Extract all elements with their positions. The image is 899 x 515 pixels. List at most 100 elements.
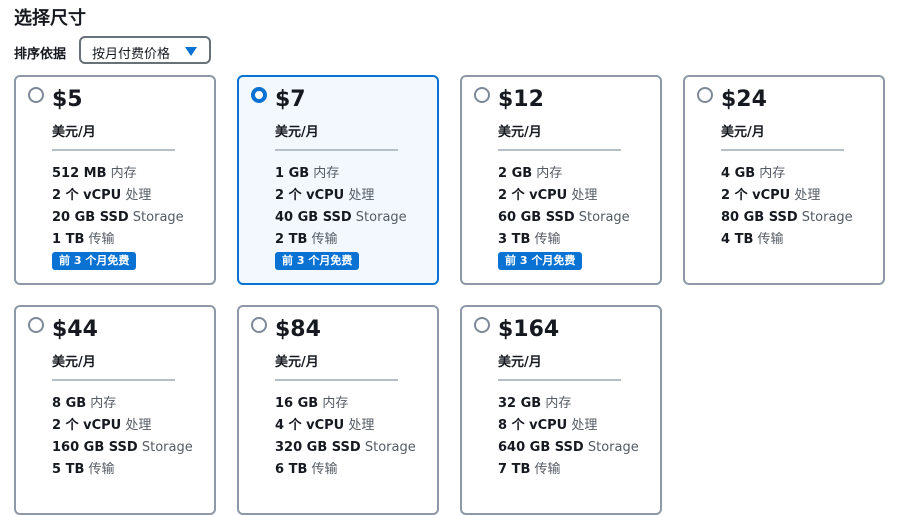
spec-cpu-unit: 处理 xyxy=(125,418,152,433)
plan-radio[interactable] xyxy=(697,87,713,103)
spec-memory: 16 GB 内存 xyxy=(275,395,416,417)
spec-storage-value: 40 GB SSD xyxy=(275,210,352,225)
spec-transfer: 4 TB 传输 xyxy=(721,231,853,253)
plan-radio[interactable] xyxy=(474,317,490,333)
spec-storage: 40 GB SSD Storage xyxy=(275,209,407,231)
plan-period: 美元/月 xyxy=(721,125,765,140)
spec-cpu-value: 8 个 vCPU xyxy=(498,418,568,433)
divider xyxy=(498,379,621,381)
spec-transfer-value: 5 TB xyxy=(52,462,85,477)
spec-cpu-unit: 处理 xyxy=(348,188,375,203)
spec-memory: 2 GB 内存 xyxy=(498,165,630,187)
plan-card[interactable]: $5 美元/月 512 MB 内存 2 个 vCPU 处理 20 GB SSD Stor… xyxy=(14,75,216,285)
plan-card[interactable]: $84 美元/月 16 GB 内存 4 个 vCPU 处理 320 GB SSD Sto… xyxy=(237,305,439,515)
spec-storage-value: 320 GB SSD xyxy=(275,440,361,455)
divider xyxy=(275,379,398,381)
spec-transfer-unit: 传输 xyxy=(534,232,561,247)
spec-storage-unit: Storage xyxy=(355,210,407,225)
plan-card[interactable]: $12 美元/月 2 GB 内存 2 个 vCPU 处理 60 GB SSD Stora… xyxy=(460,75,662,285)
spec-cpu: 4 个 vCPU 处理 xyxy=(275,417,416,439)
plan-radio[interactable] xyxy=(28,87,44,103)
spec-memory-value: 512 MB xyxy=(52,166,107,181)
spec-cpu-value: 2 个 vCPU xyxy=(275,188,345,203)
spec-transfer-value: 3 TB xyxy=(498,232,531,247)
plan-specs: 32 GB 内存 8 个 vCPU 处理 640 GB SSD Storage 7 T… xyxy=(498,395,639,483)
spec-cpu: 2 个 vCPU 处理 xyxy=(498,187,630,209)
plan-specs: 2 GB 内存 2 个 vCPU 处理 60 GB SSD Storage 3 TB … xyxy=(498,165,630,253)
spec-memory-unit: 内存 xyxy=(322,396,349,411)
plan-price: $5 xyxy=(52,87,83,112)
plan-price: $84 xyxy=(275,317,321,342)
free-trial-badge: 前 3 个月免费 xyxy=(52,252,137,270)
spec-memory-unit: 内存 xyxy=(759,166,786,181)
plan-card[interactable]: $164 美元/月 32 GB 内存 8 个 vCPU 处理 640 GB SSD St… xyxy=(460,305,662,515)
spec-transfer: 5 TB 传输 xyxy=(52,461,193,483)
plan-specs: 512 MB 内存 2 个 vCPU 处理 20 GB SSD Storage 1 T… xyxy=(52,165,184,253)
spec-transfer: 2 TB 传输 xyxy=(275,231,407,253)
spec-transfer-unit: 传输 xyxy=(311,462,338,477)
spec-transfer: 7 TB 传输 xyxy=(498,461,639,483)
plan-radio[interactable] xyxy=(251,317,267,333)
spec-storage: 160 GB SSD Storage xyxy=(52,439,193,461)
spec-transfer-value: 4 TB xyxy=(721,232,754,247)
spec-transfer-unit: 传输 xyxy=(88,232,115,247)
sort-select[interactable]: 按月付费价格 xyxy=(79,36,211,64)
plan-period: 美元/月 xyxy=(498,355,542,370)
free-trial-badge: 前 3 个月免费 xyxy=(498,252,583,270)
spec-storage: 20 GB SSD Storage xyxy=(52,209,184,231)
sort-label: 排序依据 xyxy=(14,47,67,62)
spec-cpu-value: 4 个 vCPU xyxy=(275,418,345,433)
spec-memory-unit: 内存 xyxy=(110,166,137,181)
spec-transfer-unit: 传输 xyxy=(88,462,115,477)
plan-price: $12 xyxy=(498,87,544,112)
spec-cpu-value: 2 个 vCPU xyxy=(52,188,122,203)
plan-radio[interactable] xyxy=(474,87,490,103)
spec-memory-unit: 内存 xyxy=(545,396,572,411)
spec-storage-value: 80 GB SSD xyxy=(721,210,798,225)
divider xyxy=(721,149,844,151)
free-trial-badge: 前 3 个月免费 xyxy=(275,252,360,270)
spec-storage-unit: Storage xyxy=(801,210,853,225)
plan-card[interactable]: $24 美元/月 4 GB 内存 2 个 vCPU 处理 80 GB SSD Stora… xyxy=(683,75,885,285)
plan-specs: 16 GB 内存 4 个 vCPU 处理 320 GB SSD Storage 6 T… xyxy=(275,395,416,483)
spec-cpu-unit: 处理 xyxy=(571,188,598,203)
plan-specs: 8 GB 内存 2 个 vCPU 处理 160 GB SSD Storage 5 TB… xyxy=(52,395,193,483)
spec-cpu-value: 2 个 vCPU xyxy=(721,188,791,203)
spec-cpu-value: 2 个 vCPU xyxy=(52,418,122,433)
spec-cpu-unit: 处理 xyxy=(571,418,598,433)
page-title: 选择尺寸 xyxy=(14,8,86,29)
spec-cpu: 2 个 vCPU 处理 xyxy=(275,187,407,209)
spec-transfer: 3 TB 传输 xyxy=(498,231,630,253)
plan-radio[interactable] xyxy=(28,317,44,333)
plan-card[interactable]: $7 美元/月 1 GB 内存 2 个 vCPU 处理 40 GB SSD Storag… xyxy=(237,75,439,285)
spec-storage-unit: Storage xyxy=(141,440,193,455)
spec-memory-unit: 内存 xyxy=(536,166,563,181)
spec-transfer-value: 2 TB xyxy=(275,232,308,247)
spec-transfer-unit: 传输 xyxy=(757,232,784,247)
spec-memory: 1 GB 内存 xyxy=(275,165,407,187)
spec-memory-unit: 内存 xyxy=(313,166,340,181)
plan-period: 美元/月 xyxy=(52,125,96,140)
spec-storage-value: 640 GB SSD xyxy=(498,440,584,455)
plan-specs: 1 GB 内存 2 个 vCPU 处理 40 GB SSD Storage 2 TB … xyxy=(275,165,407,253)
spec-storage-unit: Storage xyxy=(132,210,184,225)
spec-memory-value: 1 GB xyxy=(275,166,310,181)
spec-transfer-value: 6 TB xyxy=(275,462,308,477)
spec-cpu-unit: 处理 xyxy=(125,188,152,203)
plan-card[interactable]: $44 美元/月 8 GB 内存 2 个 vCPU 处理 160 GB SSD Stor… xyxy=(14,305,216,515)
spec-cpu-unit: 处理 xyxy=(794,188,821,203)
spec-storage: 60 GB SSD Storage xyxy=(498,209,630,231)
spec-memory-value: 2 GB xyxy=(498,166,533,181)
plan-period: 美元/月 xyxy=(52,355,96,370)
spec-memory: 32 GB 内存 xyxy=(498,395,639,417)
plan-price: $164 xyxy=(498,317,560,342)
divider xyxy=(498,149,621,151)
spec-storage-unit: Storage xyxy=(364,440,416,455)
plan-radio[interactable] xyxy=(251,87,267,103)
spec-cpu: 2 个 vCPU 处理 xyxy=(52,417,193,439)
spec-storage-unit: Storage xyxy=(578,210,630,225)
spec-memory: 512 MB 内存 xyxy=(52,165,184,187)
spec-transfer-value: 7 TB xyxy=(498,462,531,477)
spec-memory-value: 16 GB xyxy=(275,396,319,411)
spec-transfer: 6 TB 传输 xyxy=(275,461,416,483)
